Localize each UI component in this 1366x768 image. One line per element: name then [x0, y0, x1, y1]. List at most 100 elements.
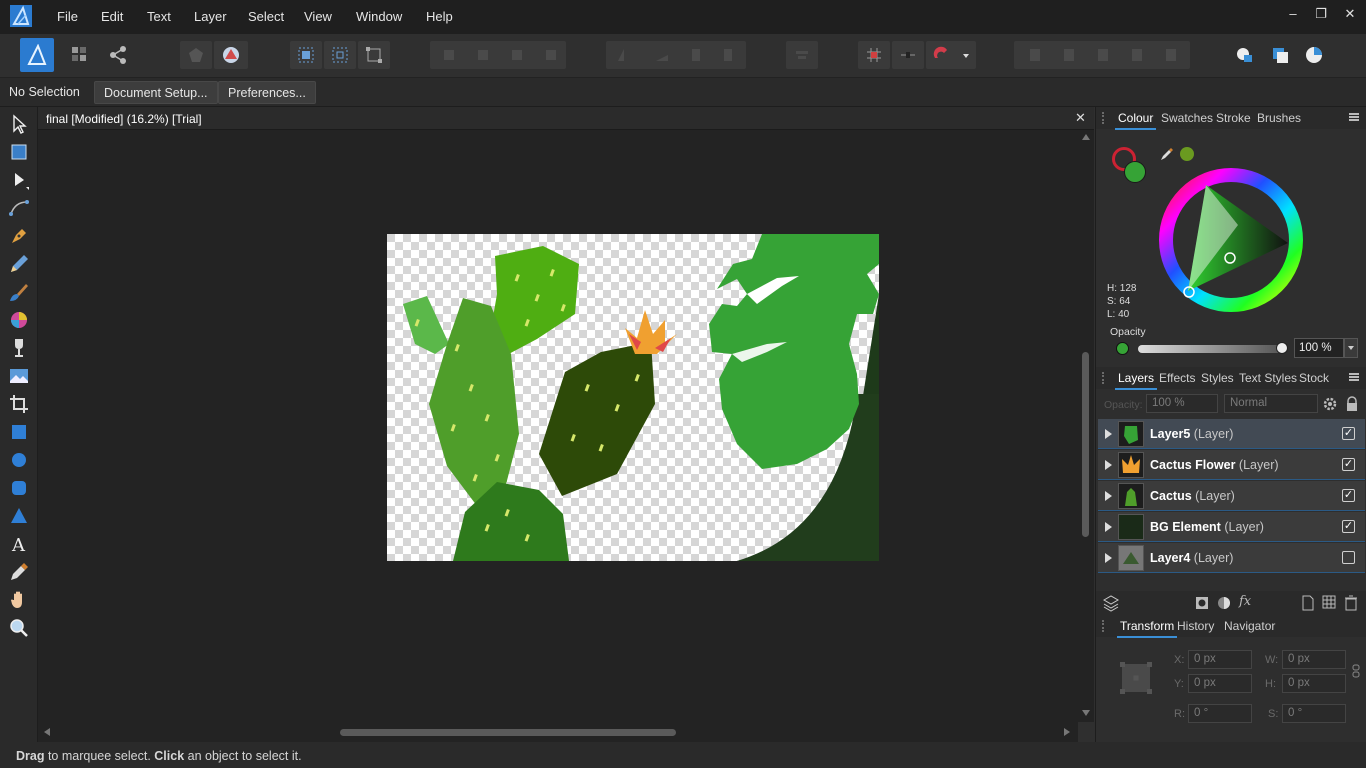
fx-icon[interactable]: fx — [1239, 594, 1251, 609]
horizontal-scroll-thumb[interactable] — [340, 729, 676, 736]
expand-arrow-icon[interactable] — [1105, 429, 1112, 439]
view-tool[interactable] — [7, 588, 31, 612]
fill-tool[interactable] — [7, 308, 31, 332]
layer-row-layer4[interactable]: Layer4 (Layer) — [1098, 543, 1365, 573]
layer-visibility-checkbox[interactable] — [1342, 551, 1355, 564]
layer-settings-gear-icon[interactable] — [1322, 396, 1338, 412]
panel-grip-icon[interactable] — [1102, 620, 1108, 632]
pixel-persona-button[interactable] — [66, 41, 94, 69]
opacity-input[interactable]: 100 % — [1294, 338, 1344, 358]
canvas-area[interactable] — [38, 130, 1078, 722]
adjustment-icon[interactable] — [1216, 595, 1232, 611]
add-shape-button[interactable] — [1228, 41, 1260, 69]
artistic-text-tool[interactable]: A — [7, 532, 31, 556]
document-setup-button[interactable]: Document Setup... — [94, 81, 218, 104]
expand-arrow-icon[interactable] — [1105, 553, 1112, 563]
preferences-button[interactable]: Preferences... — [218, 81, 316, 104]
rounded-rectangle-tool[interactable] — [7, 476, 31, 500]
opacity-dropdown-button[interactable] — [1344, 338, 1358, 358]
force-pixel-button[interactable] — [892, 41, 924, 69]
blend-mode-select[interactable]: Normal — [1224, 394, 1318, 413]
horizontal-scrollbar[interactable] — [38, 722, 1078, 742]
rotation-field[interactable]: 0 ° — [1188, 704, 1252, 723]
boolean-buttons-group[interactable] — [1014, 41, 1190, 69]
subtract-shape-button[interactable] — [1264, 41, 1296, 69]
close-window-button[interactable]: ✕ — [1340, 6, 1360, 24]
tab-text-styles[interactable]: Text Styles — [1239, 371, 1297, 385]
transparency-tool[interactable] — [7, 336, 31, 360]
layer-row-bg-element[interactable]: BG Element (Layer) ✓ — [1098, 512, 1365, 542]
opacity-slider-handle[interactable] — [1276, 342, 1288, 354]
layer-visibility-checkbox[interactable]: ✓ — [1342, 520, 1355, 533]
colour-panel-menu-icon[interactable] — [1349, 113, 1359, 121]
select-inside-button[interactable] — [324, 41, 356, 69]
layers-panel-menu-icon[interactable] — [1349, 373, 1359, 381]
arrange-buttons-group[interactable] — [430, 41, 566, 69]
tab-swatches[interactable]: Swatches — [1161, 111, 1213, 125]
affinity-designer-logo-icon[interactable] — [10, 5, 32, 27]
scroll-left-arrow-icon[interactable] — [44, 728, 50, 736]
new-layer-icon[interactable] — [1301, 595, 1315, 611]
align-button[interactable] — [786, 41, 818, 69]
layer-opacity-field[interactable]: 100 % — [1146, 394, 1218, 413]
tab-stroke[interactable]: Stroke — [1216, 111, 1251, 125]
select-transform-button[interactable] — [358, 41, 390, 69]
scroll-right-arrow-icon[interactable] — [1064, 728, 1070, 736]
trash-icon[interactable] — [1344, 595, 1358, 611]
expand-arrow-icon[interactable] — [1105, 522, 1112, 532]
snapping-grid-button[interactable] — [858, 41, 890, 69]
vertical-scrollbar[interactable] — [1078, 130, 1094, 722]
tab-styles[interactable]: Styles — [1201, 371, 1234, 385]
y-position-field[interactable]: 0 px — [1188, 674, 1252, 693]
pen-tool[interactable] — [7, 224, 31, 248]
tab-history[interactable]: History — [1177, 619, 1214, 633]
close-document-button[interactable]: ✕ — [1075, 110, 1086, 126]
layer-visibility-checkbox[interactable]: ✓ — [1342, 489, 1355, 502]
new-pixel-layer-icon[interactable] — [1322, 595, 1336, 611]
mask-icon[interactable] — [1194, 595, 1210, 611]
anchor-point-selector[interactable] — [1118, 660, 1154, 696]
layer-row-cactus[interactable]: Cactus (Layer) ✓ — [1098, 481, 1365, 511]
layers-stack-icon[interactable] — [1102, 594, 1120, 612]
scroll-up-arrow-icon[interactable] — [1082, 134, 1090, 140]
layer-row-cactus-flower[interactable]: Cactus Flower (Layer) ✓ — [1098, 450, 1365, 480]
move-tool[interactable] — [7, 112, 31, 136]
opacity-slider[interactable] — [1138, 345, 1282, 353]
tab-brushes[interactable]: Brushes — [1257, 111, 1301, 125]
height-field[interactable]: 0 px — [1282, 674, 1346, 693]
document-tab[interactable]: final [Modified] (16.2%) [Trial] ✕ — [38, 107, 1094, 130]
expand-arrow-icon[interactable] — [1105, 460, 1112, 470]
place-image-tool[interactable] — [7, 364, 31, 388]
menu-window[interactable]: Window — [356, 9, 402, 24]
view-mode-button[interactable] — [180, 41, 212, 69]
colour-picker-tool[interactable] — [7, 560, 31, 584]
scroll-down-arrow-icon[interactable] — [1082, 710, 1090, 716]
layer-row-layer5[interactable]: Layer5 (Layer) ✓ — [1098, 419, 1365, 449]
snapping-mode-button[interactable] — [214, 41, 248, 69]
layer-visibility-checkbox[interactable]: ✓ — [1342, 458, 1355, 471]
flip-rotate-buttons-group[interactable] — [606, 41, 746, 69]
expand-arrow-icon[interactable] — [1105, 491, 1112, 501]
triangle-tool[interactable] — [7, 504, 31, 528]
vertical-scroll-thumb[interactable] — [1082, 352, 1089, 537]
point-transform-tool[interactable] — [7, 196, 31, 220]
tab-stock[interactable]: Stock — [1299, 371, 1329, 385]
tab-navigator[interactable]: Navigator — [1224, 619, 1275, 633]
artboard-tool[interactable] — [7, 140, 31, 164]
width-field[interactable]: 0 px — [1282, 650, 1346, 669]
fill-colour-swatch[interactable] — [1124, 161, 1146, 183]
menu-view[interactable]: View — [304, 9, 332, 24]
node-tool[interactable] — [7, 168, 31, 192]
shear-field[interactable]: 0 ° — [1282, 704, 1346, 723]
tab-transform[interactable]: Transform — [1116, 619, 1178, 638]
menu-select[interactable]: Select — [248, 9, 284, 24]
menu-file[interactable]: File — [57, 9, 78, 24]
rectangle-tool[interactable] — [7, 420, 31, 444]
tab-layers[interactable]: Layers — [1114, 371, 1158, 390]
panel-grip-icon[interactable] — [1102, 372, 1108, 384]
lock-icon[interactable] — [1345, 396, 1359, 412]
pencil-tool[interactable] — [7, 252, 31, 276]
vector-brush-tool[interactable] — [7, 280, 31, 304]
colour-wheel[interactable] — [1156, 165, 1306, 315]
snapping-magnet-button[interactable] — [926, 41, 976, 69]
